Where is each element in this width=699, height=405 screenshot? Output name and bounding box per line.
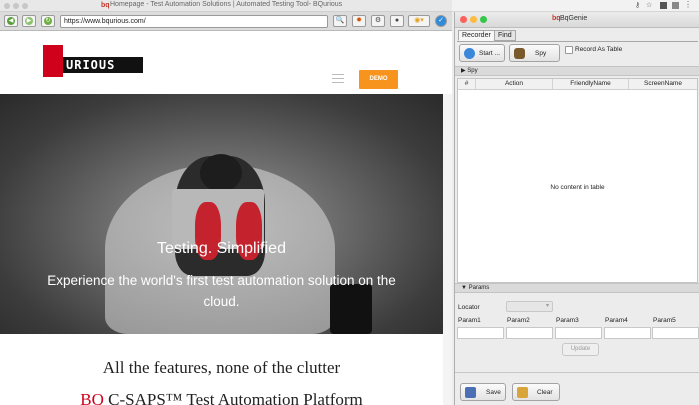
maximize-window-button[interactable] [22, 3, 28, 9]
close-window-button[interactable] [460, 16, 467, 23]
info-button[interactable]: ● [390, 15, 404, 27]
info-icon: ● [394, 17, 400, 24]
gear-icon: ⚙ [374, 17, 382, 24]
bqgenie-window-title: BqGenie [560, 15, 588, 22]
maximize-window-button[interactable] [480, 16, 487, 23]
minimize-window-button[interactable] [13, 3, 19, 9]
clear-button[interactable]: Clear [512, 383, 560, 401]
back-arrow-icon: ◀ [7, 17, 15, 25]
update-button[interactable]: Update [562, 343, 599, 356]
record-as-table-label: Record As Table [575, 46, 623, 53]
reload-button[interactable]: ↻ [41, 15, 55, 27]
param5-label: Param5 [653, 317, 676, 324]
browser-toolbar: ◀ ▶ ↻ https://www.bqurious.com/ 🔍 ✹ ⚙ ● … [0, 12, 452, 31]
back-button[interactable]: ◀ [4, 15, 18, 27]
spy-icon [514, 48, 525, 59]
param1-input[interactable] [457, 327, 504, 339]
reload-icon: ↻ [44, 17, 52, 25]
hero-title: Testing. Simplified [157, 240, 286, 257]
extension-icon[interactable] [672, 2, 679, 9]
column-header-friendlyname[interactable]: FriendlyName [553, 79, 629, 89]
minimize-window-button[interactable] [470, 16, 477, 23]
address-bar[interactable]: https://www.bqurious.com/ [60, 15, 328, 28]
logo-wordmark: URIOUS [63, 57, 143, 73]
spy-section-label: Spy [467, 68, 478, 74]
close-window-button[interactable] [4, 3, 10, 9]
menu-dots-icon[interactable]: ⋮ [684, 0, 692, 9]
chevron-down-icon: ▾ [545, 303, 549, 309]
forward-button[interactable]: ▶ [22, 15, 36, 27]
demo-button[interactable]: DEMO [359, 70, 398, 89]
steps-table: # Action FriendlyName ScreenName No cont… [457, 78, 698, 283]
hero-subtitle: Experience the world's first test automa… [47, 273, 396, 309]
browser-window-title: Homepage - Test Automation Solutions | A… [110, 1, 343, 8]
param4-input[interactable] [604, 327, 651, 339]
background-browser-strip: ⚷ ☆ ⋮ [452, 0, 699, 12]
bug-button[interactable]: ✹ [352, 15, 366, 27]
key-icon: ⚷ [635, 2, 641, 9]
play-icon [464, 48, 475, 59]
param3-input[interactable] [555, 327, 602, 339]
param5-input[interactable] [652, 327, 699, 339]
bqurious-logo[interactable]: URIOUS [43, 45, 143, 77]
spy-button[interactable]: Spy [509, 44, 560, 62]
bqgenie-window: bq BqGenie Recorder Find Start ... Spy R… [454, 12, 699, 405]
column-header-screenname[interactable]: ScreenName [629, 79, 697, 89]
search-button[interactable]: 🔍 [333, 15, 347, 27]
bqgenie-titlebar: bq BqGenie [455, 12, 699, 28]
params-section-header[interactable]: ▼ Params [455, 283, 699, 293]
logo-bq-mark [43, 45, 63, 77]
save-button[interactable]: Save [460, 383, 506, 401]
empty-table-message: No content in table [550, 184, 605, 191]
search-icon: 🔍 [335, 17, 345, 24]
locator-select[interactable]: ▾ [506, 301, 553, 312]
start-button[interactable]: Start ... [459, 44, 505, 62]
spy-section-header[interactable]: ▶ Spy [455, 66, 699, 76]
chrome-menu-button[interactable]: ◉▾ [408, 15, 430, 27]
tab-recorder[interactable]: Recorder [458, 30, 495, 41]
star-icon[interactable]: ☆ [646, 1, 652, 9]
chrome-icon: ◉▾ [414, 17, 424, 24]
params-section-label: Params [468, 285, 490, 291]
record-as-table-checkbox[interactable] [565, 46, 573, 54]
bottom-divider [455, 372, 699, 373]
platform-heading: BQ C-SAPS™ Test Automation Platform [0, 390, 443, 405]
browser-window: bq Homepage - Test Automation Solutions … [0, 0, 452, 405]
page-scrollbar[interactable] [443, 94, 452, 405]
check-icon: ✓ [438, 17, 444, 24]
param3-label: Param3 [556, 317, 579, 324]
features-heading: All the features, none of the clutter [102, 358, 341, 377]
param2-label: Param2 [507, 317, 530, 324]
param2-input[interactable] [506, 327, 553, 339]
bqgenie-extension-button[interactable]: ✓ [435, 15, 447, 27]
broom-icon [517, 387, 528, 398]
browser-titlebar: bq Homepage - Test Automation Solutions … [0, 0, 452, 12]
platform-name: C-SAPS™ Test Automation Platform [103, 390, 363, 405]
settings-button[interactable]: ⚙ [371, 15, 385, 27]
hero-head-shape [200, 154, 242, 192]
column-header-number[interactable]: # [458, 79, 476, 89]
param1-label: Param1 [458, 317, 481, 324]
locator-label: Locator [458, 304, 480, 311]
column-header-action[interactable]: Action [476, 79, 553, 89]
save-icon [465, 387, 476, 398]
platform-prefix: BQ [80, 390, 104, 405]
table-header: # Action FriendlyName ScreenName [458, 79, 697, 90]
hero-banner: ● Testing. Simplified Experience the wor… [0, 94, 443, 334]
hamburger-menu-icon[interactable] [332, 74, 344, 83]
param4-label: Param4 [605, 317, 628, 324]
tab-find[interactable]: Find [494, 30, 516, 41]
bug-icon: ✹ [356, 17, 362, 24]
extension-icon[interactable] [660, 2, 667, 9]
forward-arrow-icon: ▶ [25, 17, 33, 25]
bq-favicon-icon: bq [101, 2, 110, 9]
